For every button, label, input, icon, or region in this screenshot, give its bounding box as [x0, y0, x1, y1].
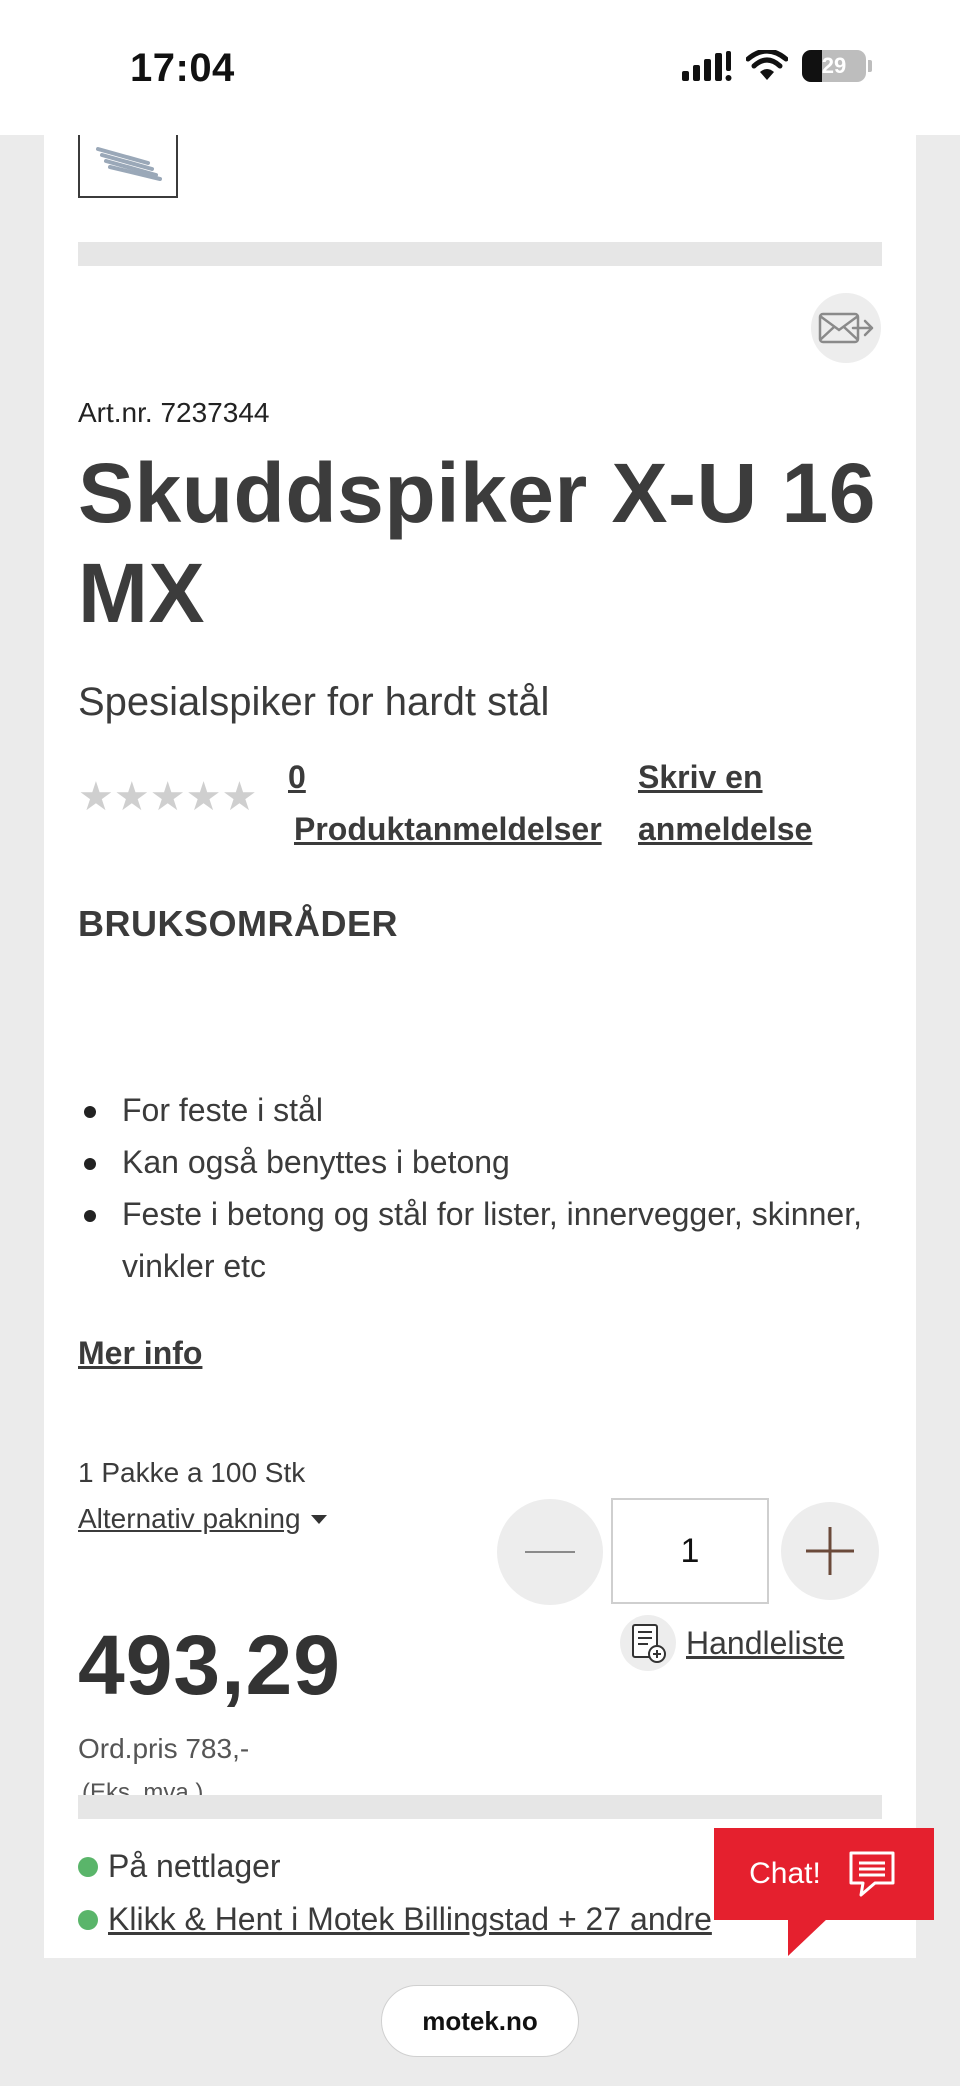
minus-icon — [525, 1551, 575, 1553]
battery-tip — [868, 60, 872, 72]
review-count: 0 — [288, 759, 306, 795]
click-collect-link[interactable]: Klikk & Hent i Motek Billingstad + 27 an… — [108, 1901, 712, 1938]
divider — [78, 1795, 882, 1819]
product-title: Skuddspiker X-U 16 MX — [78, 446, 876, 640]
battery-level: 29 — [821, 53, 847, 78]
caret-down-icon — [310, 1514, 327, 1524]
divider — [78, 242, 882, 266]
more-info-link[interactable]: Mer info — [78, 1335, 202, 1372]
list-item: For feste i stål — [78, 1084, 878, 1136]
uses-heading: BRUKSOMRÅDER — [78, 903, 398, 944]
list-item: Kan også benyttes i betong — [78, 1136, 878, 1188]
stock-online-label: På nettlager — [108, 1848, 281, 1884]
chat-bubble-tail — [788, 1918, 828, 1956]
share-email-button[interactable] — [811, 293, 881, 363]
review-label: Produktanmeldelser — [294, 811, 602, 847]
shopping-list-icon — [620, 1615, 676, 1671]
reviews-link[interactable]: 0 Produktanmeldelser — [288, 751, 628, 855]
article-number: Art.nr. 7237344 — [78, 397, 270, 428]
alternative-packaging-label: Alternativ pakning — [78, 1503, 301, 1534]
stock-online: På nettlager — [78, 1848, 281, 1885]
write-review-link[interactable]: Skriv en anmeldelse — [638, 751, 838, 855]
list-item: Feste i betong og stål for lister, inner… — [78, 1188, 878, 1292]
quantity-decrease-button[interactable] — [497, 1499, 603, 1605]
product-card: Art.nr. 7237344 Skuddspiker X-U 16 MX Sp… — [44, 135, 916, 1958]
packaging-info: 1 Pakke a 100 Stk — [78, 1457, 306, 1488]
status-time: 17:04 — [130, 46, 235, 90]
envelope-share-icon — [818, 312, 874, 344]
status-icons: 29 — [682, 50, 872, 82]
quantity-increase-button[interactable] — [781, 1502, 879, 1600]
wifi-icon — [746, 50, 788, 80]
cellular-signal-icon — [682, 51, 732, 81]
alternative-packaging-dropdown[interactable]: Alternativ pakning — [78, 1503, 327, 1535]
shopping-list-label: Handleliste — [686, 1624, 845, 1661]
rating-stars: ★★★★★ — [78, 775, 258, 819]
in-stock-indicator — [78, 1856, 98, 1877]
ordinary-price: Ord.pris 783,- — [78, 1733, 250, 1764]
quantity-input[interactable] — [611, 1498, 769, 1604]
plus-icon — [806, 1527, 854, 1575]
chat-bubble-icon — [849, 1851, 895, 1897]
price: 493,29 — [78, 1618, 341, 1712]
product-thumbnail[interactable] — [78, 135, 178, 198]
browser-url-bar[interactable]: motek.no — [381, 1985, 579, 2057]
status-bar: 17:04 29 — [0, 0, 960, 135]
chat-button[interactable]: Chat! — [714, 1828, 934, 1920]
add-to-shopping-list-button[interactable]: Handleliste — [620, 1615, 844, 1671]
chat-label: Chat! — [749, 1857, 821, 1890]
product-subtitle: Spesialspiker for hardt stål — [78, 680, 550, 724]
in-stock-indicator — [78, 1909, 98, 1930]
nails-image-icon — [96, 146, 162, 181]
battery-icon: 29 — [802, 50, 866, 82]
uses-list: For feste i stål Kan også benyttes i bet… — [78, 1084, 878, 1292]
stock-click-collect[interactable]: Klikk & Hent i Motek Billingstad + 27 an… — [78, 1901, 712, 1938]
